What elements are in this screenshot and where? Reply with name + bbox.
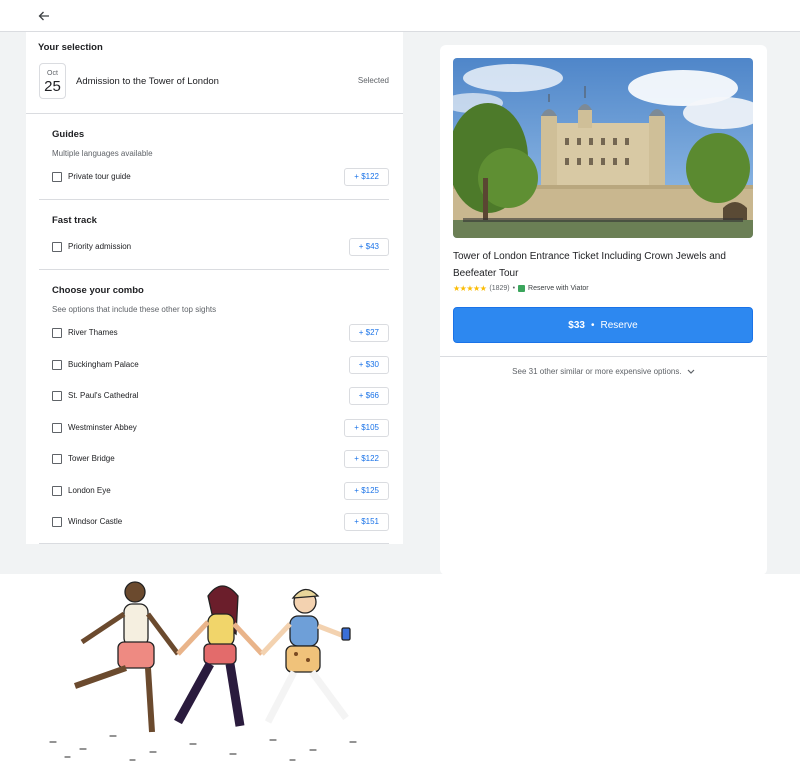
option-row-river-thames: River Thames + $27	[52, 324, 389, 344]
option-label: St. Paul's Cathedral	[68, 391, 139, 400]
rating-row: ★★★★★ (1829) • Reserve with Viator	[453, 284, 589, 293]
add-westminster-abbey-button[interactable]: + $105	[344, 419, 389, 437]
option-row-westminster-abbey: Westminster Abbey + $105	[52, 419, 389, 439]
reserve-dot: •	[590, 319, 595, 331]
windsor-castle-checkbox[interactable]	[52, 517, 62, 527]
selected-ticket-name: Admission to the Tower of London	[76, 76, 219, 87]
provider-label: Reserve with Viator	[528, 285, 589, 292]
option-label: Priority admission	[68, 242, 132, 251]
option-label: London Eye	[68, 486, 111, 495]
private-guide-checkbox[interactable]	[52, 172, 62, 182]
add-river-thames-button[interactable]: + $27	[348, 324, 389, 342]
review-count: (1829)	[489, 285, 510, 292]
option-label: Windsor Castle	[68, 517, 123, 526]
separator-dot: •	[512, 285, 516, 292]
divider	[440, 356, 767, 357]
river-thames-checkbox[interactable]	[52, 328, 62, 338]
option-label: River Thames	[68, 328, 118, 337]
add-london-eye-button[interactable]: + $125	[344, 482, 389, 500]
illustration-area	[0, 574, 800, 774]
guides-subtitle: Multiple languages available	[52, 149, 153, 158]
arrow-left-icon	[38, 11, 49, 21]
product-card: Tower of London Entrance Ticket Includin…	[440, 45, 767, 575]
guides-heading: Guides	[52, 129, 85, 140]
reserve-price: $33	[568, 319, 585, 331]
option-label: Tower Bridge	[68, 454, 115, 463]
option-label: Private tour guide	[68, 172, 131, 181]
tower-of-london-photo	[453, 58, 753, 238]
back-button[interactable]	[34, 6, 54, 26]
option-row-buckingham-palace: Buckingham Palace + $30	[52, 356, 389, 376]
add-priority-admission-button[interactable]: + $43	[348, 238, 389, 256]
add-tower-bridge-button[interactable]: + $122	[344, 450, 389, 468]
option-label: Westminster Abbey	[68, 423, 137, 432]
combo-subtitle: See options that include these other top…	[52, 305, 217, 314]
option-row-priority-admission: Priority admission + $43	[52, 238, 389, 258]
more-options-link[interactable]: See 31 other similar or more expensive o…	[440, 367, 767, 376]
more-options-text: See 31 other similar or more expensive o…	[512, 367, 682, 376]
date-month: Oct	[47, 70, 58, 77]
priority-admission-checkbox[interactable]	[52, 242, 62, 252]
selected-status: Selected	[357, 76, 389, 85]
london-eye-checkbox[interactable]	[52, 486, 62, 496]
top-bar	[0, 0, 800, 32]
date-badge: Oct 25	[39, 63, 66, 99]
tower-bridge-checkbox[interactable]	[52, 454, 62, 464]
option-label: Buckingham Palace	[68, 360, 139, 369]
option-row-st-pauls-cathedral: St. Paul's Cathedral + $66	[52, 387, 389, 407]
option-row-private-guide: Private tour guide + $122	[52, 168, 389, 188]
divider	[26, 113, 403, 114]
add-private-guide-button[interactable]: + $122	[344, 168, 389, 186]
add-st-pauls-cathedral-button[interactable]: + $66	[348, 387, 389, 405]
option-row-london-eye: London Eye + $125	[52, 482, 389, 502]
buckingham-palace-checkbox[interactable]	[52, 360, 62, 370]
add-buckingham-palace-button[interactable]: + $30	[348, 356, 389, 374]
star-rating-icon: ★★★★★	[453, 284, 487, 293]
divider	[39, 543, 389, 544]
option-row-windsor-castle: Windsor Castle + $151	[52, 513, 389, 533]
combo-heading: Choose your combo	[52, 285, 144, 296]
divider	[39, 199, 389, 200]
chevron-down-icon	[687, 369, 695, 374]
add-windsor-castle-button[interactable]: + $151	[344, 513, 389, 531]
date-day: 25	[44, 78, 61, 95]
product-title[interactable]: Tower of London Entrance Ticket Includin…	[453, 248, 753, 282]
viator-icon	[518, 285, 526, 292]
selection-heading: Your selection	[38, 42, 103, 53]
option-row-tower-bridge: Tower Bridge + $122	[52, 450, 389, 470]
reserve-label: Reserve	[600, 319, 638, 331]
reserve-button[interactable]: $33 • Reserve	[453, 307, 753, 343]
divider	[39, 269, 389, 270]
westminster-abbey-checkbox[interactable]	[52, 423, 62, 433]
st-pauls-cathedral-checkbox[interactable]	[52, 391, 62, 401]
walking-people-illustration	[49, 581, 357, 761]
options-panel: Your selection Oct 25 Admission to the T…	[26, 32, 403, 544]
fast-track-heading: Fast track	[52, 215, 97, 226]
